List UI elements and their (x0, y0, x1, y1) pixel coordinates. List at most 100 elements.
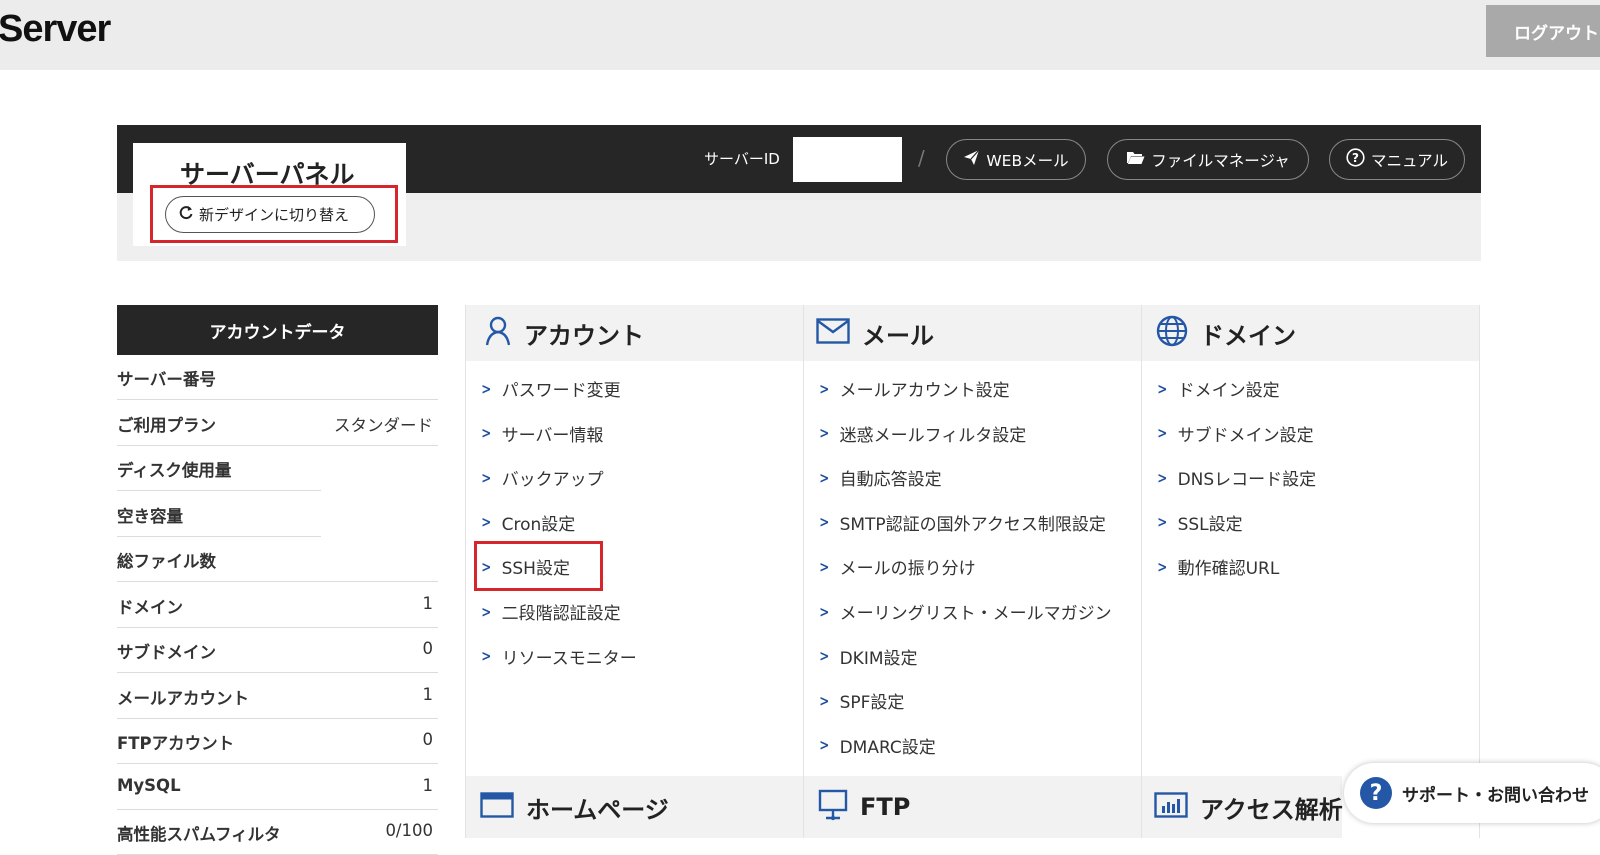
menu-link-domain[interactable]: > 動作確認URL (1156, 554, 1280, 580)
chevron-right-icon: > (481, 468, 492, 487)
menu-link-label: サーバー情報 (501, 425, 604, 446)
support-label: サポート・お問い合わせ (1402, 785, 1589, 806)
menu-link-domain[interactable]: > ドメイン設定 (1156, 376, 1280, 402)
section-header-analytics: アクセス解析 (1142, 776, 1343, 838)
account-data-value: 0/100 (385, 821, 433, 840)
chevron-right-icon: > (1157, 424, 1168, 443)
menu-link-domain[interactable]: > DNSレコード設定 (1156, 465, 1317, 491)
account-data-label: ドメイン (117, 597, 183, 617)
account-data-label: サーバー番号 (117, 370, 216, 389)
folder-icon (1126, 150, 1145, 169)
chevron-right-icon: > (819, 513, 830, 532)
chevron-right-icon: > (819, 647, 830, 666)
account-data-row: 空き容量 (117, 492, 438, 537)
top-header: Server ログアウト (0, 0, 1600, 70)
account-data-label: MySQL (117, 775, 181, 795)
chevron-right-icon: > (481, 379, 492, 398)
menu-link-mail[interactable]: > SMTP認証の国外アクセス制限設定 (818, 510, 1106, 535)
manual-button[interactable]: ? マニュアル (1329, 139, 1465, 180)
account-data-label: サブドメイン (117, 643, 216, 662)
account-data-value: 0 (422, 639, 434, 658)
logout-button[interactable]: ログアウト (1486, 5, 1600, 57)
menu-link-domain[interactable]: > サブドメイン設定 (1156, 421, 1313, 446)
chevron-right-icon: > (1157, 379, 1168, 398)
section-title-ftp: FTP (860, 793, 911, 821)
account-data-value: 0 (422, 730, 434, 749)
refresh-icon (177, 204, 199, 226)
account-data-row: サブドメイン 0 (117, 628, 438, 673)
menu-link-label: SMTP認証の国外アクセス制限設定 (839, 514, 1106, 535)
menu-link-label: ドメイン設定 (1177, 381, 1280, 401)
switch-design-button[interactable]: 新デザインに切り替え (165, 196, 375, 233)
chevron-right-icon: > (1157, 468, 1168, 487)
svg-text:?: ? (1352, 151, 1359, 165)
manual-label: マニュアル (1370, 151, 1449, 170)
switch-design-label: 新デザインに切り替え (199, 206, 350, 224)
section-header-account: アカウント (466, 305, 803, 361)
menu-link-label: DMARC設定 (839, 737, 936, 758)
section-header-domain: ドメイン (1142, 305, 1479, 361)
support-button[interactable]: ? サポート・お問い合わせ (1344, 763, 1600, 823)
menu-link-account[interactable]: > バックアップ (480, 465, 604, 491)
menu-link-account[interactable]: > リソースモニター (480, 644, 636, 669)
menu-link-label: メールアカウント設定 (839, 381, 1010, 401)
section-title-mail: メール (862, 321, 934, 350)
section-title-account: アカウント (524, 321, 644, 350)
account-data-row: MySQL 1 (117, 765, 438, 810)
section-title-analytics: アクセス解析 (1200, 795, 1343, 824)
chevron-right-icon: > (1157, 557, 1168, 576)
menu-link-mail[interactable]: > メールの振り分け (818, 554, 975, 580)
account-data-label: 総ファイル数 (117, 552, 216, 571)
highlight-frame (474, 541, 603, 591)
account-data-row: ご利用プラン スタンダード (117, 401, 438, 446)
account-data-label: ご利用プラン (117, 415, 216, 435)
section-header-ftp: FTP (804, 776, 1141, 838)
menu-link-account[interactable]: > 二段階認証設定 (480, 599, 621, 625)
account-data-label: メールアカウント (117, 688, 249, 708)
monitor-icon (818, 789, 860, 825)
menu-link-mail[interactable]: > SPF設定 (818, 688, 905, 714)
menu-link-mail[interactable]: > DMARC設定 (818, 733, 936, 758)
menu-link-label: DKIM設定 (839, 648, 918, 669)
chevron-right-icon: > (819, 424, 830, 443)
account-data-label: 高性能スパムフィルタ (117, 825, 281, 844)
account-data-value: 1 (422, 593, 434, 613)
webmail-button[interactable]: WEBメール (946, 139, 1086, 180)
menu-link-label: バックアップ (501, 470, 604, 491)
chevron-right-icon: > (819, 557, 830, 576)
file-manager-label: ファイルマネージャ (1151, 151, 1290, 170)
menu-link-account[interactable]: > Cron設定 (480, 510, 575, 535)
menu-link-mail[interactable]: > メールアカウント設定 (818, 376, 1010, 402)
menu-link-label: 動作確認URL (1177, 559, 1280, 580)
section-header-mail: メール (804, 305, 1141, 361)
menu-link-domain[interactable]: > SSL設定 (1156, 510, 1243, 535)
chevron-right-icon: > (819, 602, 830, 621)
account-data-label: FTPアカウント (117, 734, 235, 753)
server-id-value (793, 137, 902, 182)
column-divider (1141, 305, 1142, 838)
menu-link-mail[interactable]: > 自動応答設定 (818, 465, 941, 491)
menu-link-label: DNSレコード設定 (1177, 470, 1317, 491)
menu-link-label: SPF設定 (839, 693, 905, 714)
webmail-label: WEBメール (986, 151, 1069, 170)
menu-link-label: SSL設定 (1177, 514, 1243, 535)
envelope-icon (816, 318, 862, 348)
menu-link-mail[interactable]: > 迷惑メールフィルタ設定 (818, 421, 1026, 446)
section-title-domain: ドメイン (1200, 321, 1296, 350)
file-manager-button[interactable]: ファイルマネージャ (1107, 139, 1309, 180)
chevron-right-icon: > (819, 379, 830, 398)
account-data-label: ディスク使用量 (117, 461, 232, 480)
menu-link-label: 二段階認証設定 (501, 604, 621, 624)
chevron-right-icon: > (819, 691, 830, 710)
account-data-row: サーバー番号 (117, 355, 438, 400)
user-icon (484, 316, 524, 350)
menu-link-mail[interactable]: > DKIM設定 (818, 644, 918, 669)
menu-link-account[interactable]: > パスワード変更 (480, 376, 620, 402)
account-data-label: 空き容量 (117, 506, 183, 526)
menu-link-account[interactable]: > サーバー情報 (480, 421, 603, 446)
menu-link-mail[interactable]: > メーリングリスト・メールマガジン (818, 599, 1111, 625)
account-data-row: ドメイン 1 (117, 583, 438, 628)
menu-link-label: Cron設定 (501, 514, 576, 535)
account-data-row: 総ファイル数 (117, 537, 438, 582)
browser-window-icon (480, 791, 526, 823)
